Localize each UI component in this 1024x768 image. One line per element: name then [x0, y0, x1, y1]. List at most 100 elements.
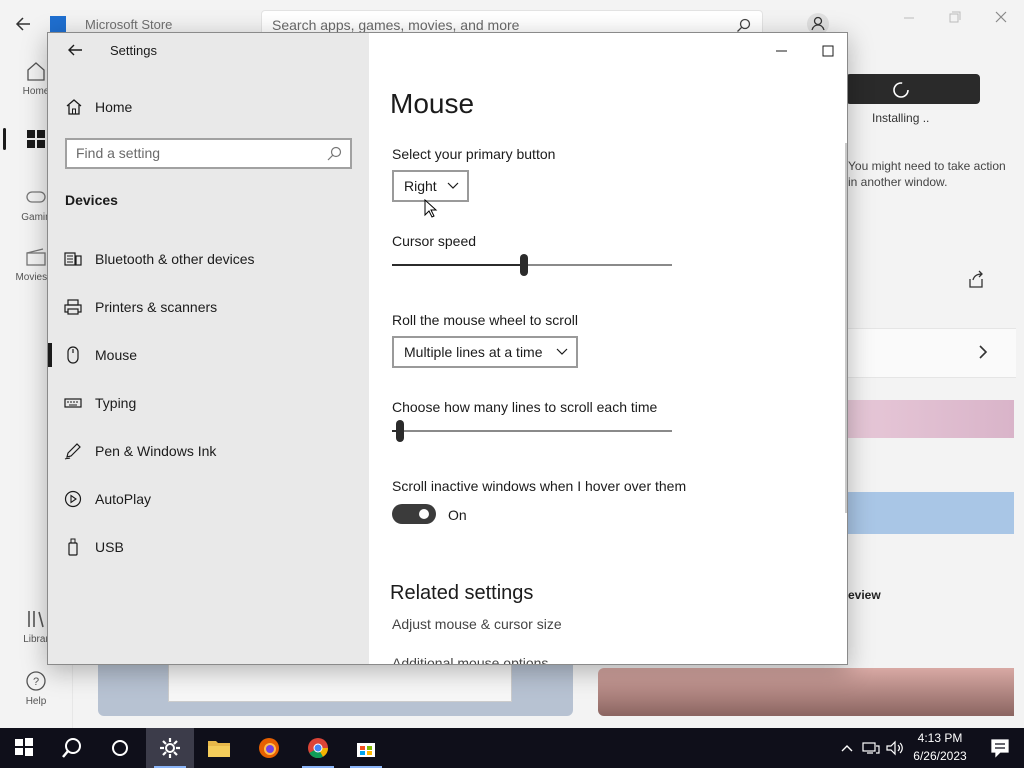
back-arrow-icon[interactable]	[65, 42, 85, 58]
clock-date[interactable]: 6/26/2023	[912, 749, 968, 763]
primary-button-value: Right	[404, 178, 437, 194]
store-banner	[846, 492, 1014, 534]
nav-item-label: Bluetooth & other devices	[95, 251, 255, 267]
scroll-lines-slider[interactable]	[392, 419, 672, 443]
installing-status: Installing ..	[872, 111, 930, 125]
find-setting-input[interactable]: Find a setting	[65, 138, 352, 169]
primary-button-dropdown[interactable]: Right	[392, 170, 469, 202]
taskbar-firefox[interactable]	[245, 728, 293, 768]
nav-item-label: Pen & Windows Ink	[95, 443, 217, 459]
search-icon	[62, 738, 81, 758]
slider-fill	[392, 264, 524, 266]
chevron-down-icon	[556, 347, 568, 357]
inactive-scroll-toggle[interactable]	[392, 504, 436, 524]
start-button[interactable]	[0, 728, 48, 768]
store-logo-icon	[50, 16, 66, 32]
page-title: Mouse	[390, 88, 475, 119]
nav-item-label: Mouse	[95, 347, 138, 363]
taskbar-chrome[interactable]	[294, 728, 342, 768]
store-icon	[357, 743, 375, 757]
taskbar-search-button[interactable]	[48, 728, 96, 768]
volume-icon[interactable]	[886, 740, 904, 756]
nav-home[interactable]: Home	[48, 93, 369, 123]
maximize-icon[interactable]	[813, 41, 843, 61]
start-icon	[15, 738, 33, 756]
system-tray	[836, 728, 906, 768]
nav-item-label: USB	[95, 539, 124, 555]
settings-nav: Settings Home Find a setting Devices Blu…	[48, 33, 369, 664]
toggle-knob	[419, 509, 429, 519]
chevron-up-icon[interactable]	[840, 741, 854, 755]
nav-item-pen[interactable]: Pen & Windows Ink	[48, 431, 369, 471]
cortana-button[interactable]	[96, 728, 144, 768]
install-button[interactable]	[846, 74, 980, 104]
help-icon: ?	[25, 670, 47, 692]
wheel-scroll-dropdown[interactable]: Multiple lines at a time	[392, 336, 578, 368]
nav-item-typing[interactable]: Typing	[48, 383, 369, 423]
svg-text:?: ?	[33, 676, 39, 688]
clapper-icon	[25, 246, 47, 268]
chevron-down-icon	[447, 181, 459, 191]
store-thumbnail-inner	[168, 664, 512, 702]
network-icon[interactable]	[862, 740, 880, 756]
mouse-pointer-icon	[424, 199, 438, 219]
taskbar-store[interactable]	[342, 728, 390, 768]
taskbar-file-explorer[interactable]	[195, 728, 243, 768]
store-restore-icon[interactable]	[940, 8, 970, 28]
settings-content: Mouse Select your primary button Right C…	[369, 33, 847, 664]
taskbar: 4:13 PM 6/26/2023	[0, 728, 1024, 768]
wheel-scroll-label: Roll the mouse wheel to scroll	[392, 312, 578, 328]
nav-item-label: AutoPlay	[95, 491, 152, 507]
wheel-scroll-value: Multiple lines at a time	[404, 344, 543, 360]
slider-track	[392, 430, 672, 432]
related-settings-title: Related settings	[390, 582, 534, 604]
printer-icon	[64, 298, 82, 316]
spinner-icon	[891, 80, 911, 100]
nav-item-autoplay[interactable]: AutoPlay	[48, 479, 369, 519]
additional-mouse-options-link[interactable]: Additional mouse options	[392, 655, 548, 664]
rail-label: Librar	[23, 634, 49, 645]
notifications-button[interactable]	[976, 728, 1024, 768]
firefox-icon	[259, 738, 279, 758]
install-note: You might need to take action in another…	[848, 159, 1006, 189]
nav-item-printers[interactable]: Printers & scanners	[48, 287, 369, 327]
home-icon	[65, 98, 83, 116]
clock-time[interactable]: 4:13 PM	[912, 731, 968, 745]
chrome-icon	[308, 738, 329, 759]
minimize-icon[interactable]	[767, 41, 797, 61]
mouse-icon	[64, 346, 82, 364]
store-close-icon[interactable]	[986, 8, 1016, 28]
settings-icon	[160, 738, 180, 758]
gamepad-icon	[25, 186, 47, 208]
nav-item-bluetooth[interactable]: Bluetooth & other devices	[48, 239, 369, 279]
taskbar-settings-app[interactable]	[146, 728, 194, 768]
rail-label: Home	[22, 86, 50, 97]
pen-icon	[64, 442, 82, 460]
share-icon[interactable]	[966, 270, 986, 290]
settings-window: Settings Home Find a setting Devices Blu…	[47, 32, 848, 665]
inactive-scroll-state: On	[448, 507, 467, 523]
back-arrow-icon[interactable]	[10, 12, 38, 36]
primary-button-label: Select your primary button	[392, 146, 556, 162]
slider-thumb[interactable]	[520, 254, 528, 276]
chevron-right-icon[interactable]	[975, 344, 991, 360]
store-thumbnail[interactable]	[598, 668, 1014, 716]
keyboard-icon	[64, 394, 82, 412]
autoplay-icon	[64, 490, 82, 508]
home-icon	[25, 60, 47, 82]
scroll-lines-label: Choose how many lines to scroll each tim…	[392, 399, 658, 415]
nav-item-mouse[interactable]: Mouse	[48, 335, 369, 375]
cursor-speed-slider[interactable]	[392, 253, 672, 277]
rail-item-help[interactable]: ? Help	[0, 670, 72, 707]
review-text: eview	[848, 588, 881, 602]
find-setting-placeholder: Find a setting	[76, 145, 161, 161]
search-icon[interactable]	[326, 146, 342, 162]
store-title: Microsoft Store	[85, 17, 173, 32]
scrollbar[interactable]	[845, 143, 847, 513]
nav-item-usb[interactable]: USB	[48, 527, 369, 567]
cortana-icon	[112, 740, 128, 756]
store-minimize-icon[interactable]	[894, 8, 924, 28]
inactive-scroll-label: Scroll inactive windows when I hover ove…	[392, 478, 687, 494]
slider-thumb[interactable]	[396, 420, 404, 442]
adjust-cursor-size-link[interactable]: Adjust mouse & cursor size	[392, 616, 562, 632]
